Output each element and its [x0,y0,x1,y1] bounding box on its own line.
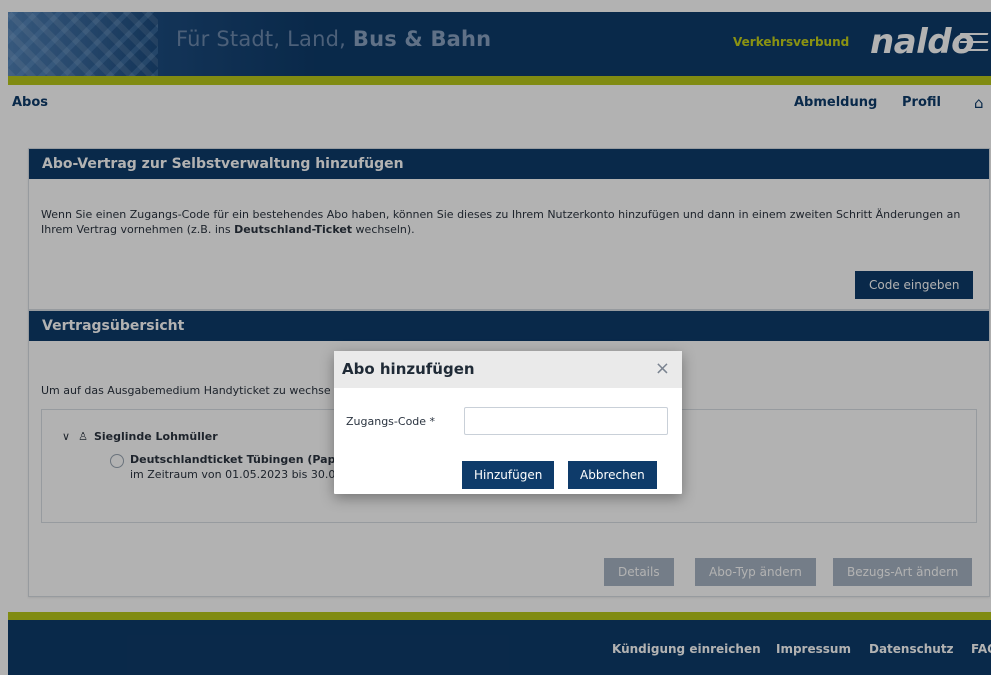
close-icon[interactable]: × [655,358,670,379]
access-code-input[interactable] [464,407,668,435]
access-code-label: Zugangs-Code * [346,415,436,428]
dialog-header: Abo hinzufügen × [334,351,682,388]
add-subscription-dialog: Abo hinzufügen × Zugangs-Code * Hinzufüg… [334,351,682,494]
modal-backdrop[interactable] [0,0,991,675]
add-button[interactable]: Hinzufügen [462,461,555,489]
cancel-button[interactable]: Abbrechen [568,461,657,489]
dialog-title: Abo hinzufügen [342,360,475,378]
